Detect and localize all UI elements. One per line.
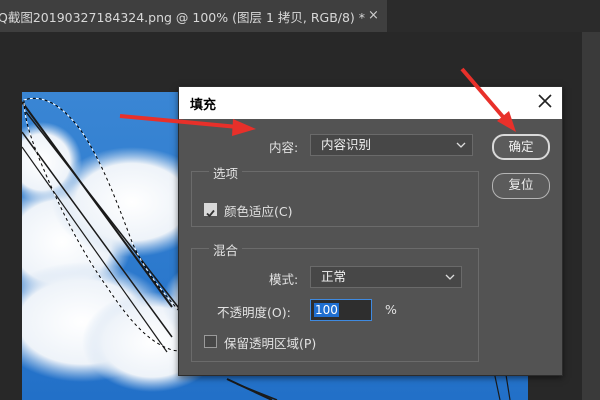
ok-button[interactable]: 确定 [492, 134, 550, 160]
mode-label: 模式: [269, 272, 299, 287]
opacity-label: 不透明度(O): [217, 305, 291, 320]
color-adaptation-label: 颜色适应(C) [224, 204, 293, 219]
document-tab[interactable]: Q截图20190327184324.png @ 100% (图层 1 拷贝, R… [0, 0, 388, 32]
opacity-unit: % [385, 302, 397, 317]
options-group-title: 选项 [209, 163, 243, 182]
document-tab-title: Q截图20190327184324.png @ 100% (图层 1 拷贝, R… [0, 9, 366, 25]
contents-value: 内容识别 [321, 137, 372, 152]
color-adaptation-checkbox[interactable] [204, 203, 217, 218]
close-tab-icon[interactable]: × [368, 8, 379, 23]
close-icon[interactable] [537, 93, 553, 109]
dialog-title: 填充 [190, 98, 217, 113]
dialog-titlebar: 填充 [179, 87, 562, 119]
preserve-transparency-checkbox[interactable] [204, 335, 217, 348]
preserve-transparency-label: 保留透明区域(P) [224, 336, 317, 351]
contents-label: 内容: [269, 140, 299, 155]
right-panel-edge [582, 32, 600, 400]
blending-group-title: 混合 [209, 240, 243, 259]
reset-button[interactable]: 复位 [492, 173, 550, 199]
tab-bar-empty [388, 0, 600, 32]
chevron-down-icon [456, 142, 466, 148]
mode-select[interactable]: 正常 [310, 266, 462, 288]
fill-dialog: 填充 内容: 内容识别 选项 颜色适应(C) 混合 模式: 正常 不透明度(O)… [178, 86, 563, 376]
chevron-down-icon [445, 274, 455, 280]
opacity-value: 100 [314, 303, 339, 317]
mode-value: 正常 [321, 269, 347, 284]
check-icon [206, 209, 215, 218]
contents-select[interactable]: 内容识别 [310, 134, 473, 156]
opacity-input[interactable]: 100 [310, 299, 372, 321]
